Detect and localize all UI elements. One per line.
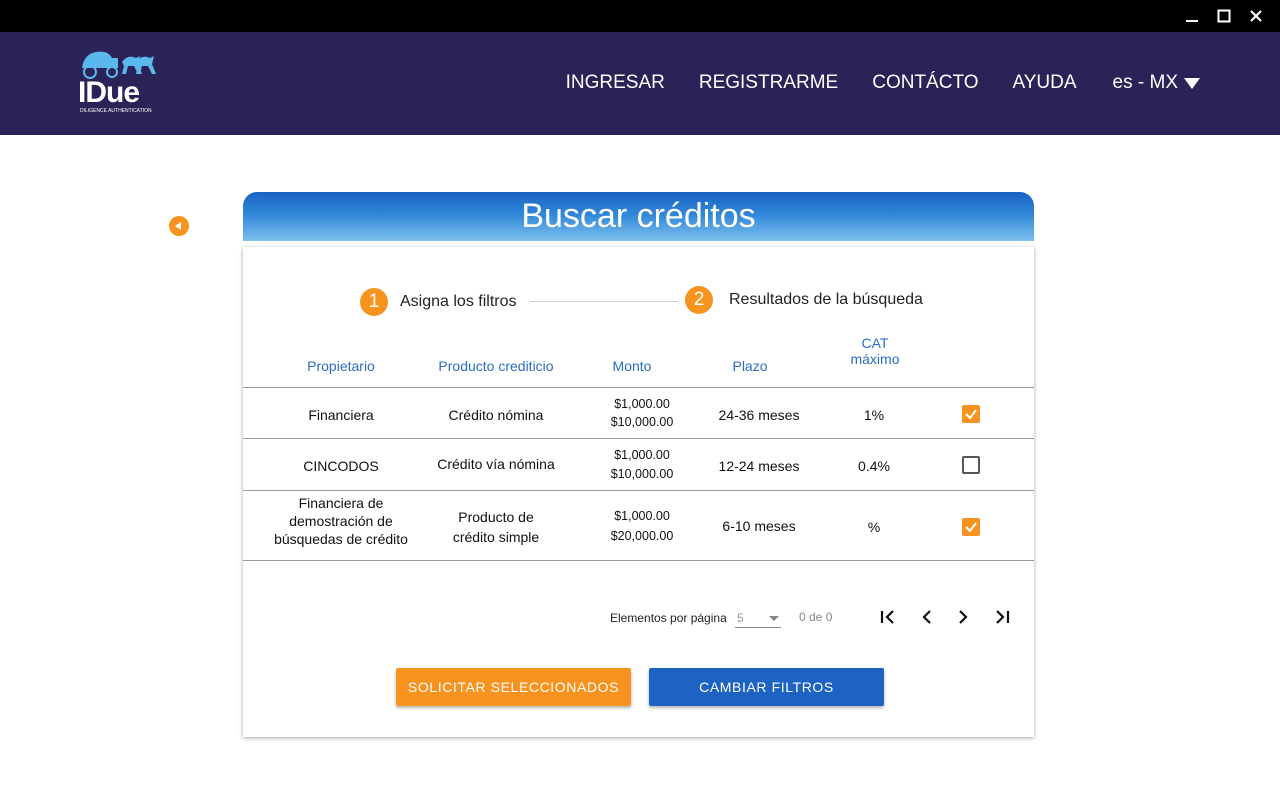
language-selector[interactable]: es - MX bbox=[1113, 72, 1200, 94]
column-header-cat[interactable]: CAT máximo bbox=[840, 335, 910, 367]
cell-product: Producto de crédito simple bbox=[452, 509, 540, 545]
cell-term: 24-36 meses bbox=[718, 407, 800, 423]
cell-owner: Financiera bbox=[308, 407, 374, 423]
step-label: Asigna los filtros bbox=[400, 293, 517, 310]
cell-amount-min: $1,000.00 bbox=[614, 397, 670, 411]
request-selected-button[interactable]: SOLICITAR SELECCIONADOS bbox=[396, 668, 631, 706]
nav-contact[interactable]: CONTÁCTO bbox=[872, 72, 978, 94]
step-number: 2 bbox=[685, 286, 713, 314]
check-icon bbox=[965, 409, 977, 420]
check-icon bbox=[965, 522, 977, 533]
table-divider bbox=[243, 560, 1034, 561]
cell-owner: Financiera de demostración de búsquedas … bbox=[274, 495, 408, 547]
cell-amount-min: $1,000.00 bbox=[614, 509, 670, 523]
caret-down-icon bbox=[1184, 77, 1200, 89]
previous-page-button[interactable] bbox=[915, 605, 939, 629]
window-titlebar bbox=[0, 0, 1280, 32]
carriage-logo-icon bbox=[82, 51, 156, 79]
main-nav: INGRESAR REGISTRARME CONTÁCTO AYUDA es -… bbox=[532, 72, 1200, 94]
column-header-term[interactable]: Plazo bbox=[715, 358, 785, 374]
change-filters-button[interactable]: CAMBIAR FILTROS bbox=[649, 668, 884, 706]
cell-term: 12-24 meses bbox=[718, 458, 800, 474]
row-checkbox[interactable] bbox=[962, 456, 980, 474]
cell-product: Crédito nómina bbox=[448, 407, 544, 423]
cell-amount-max: $20,000.00 bbox=[610, 529, 674, 543]
cell-amount-min: $1,000.00 bbox=[614, 448, 670, 462]
maximize-icon[interactable] bbox=[1214, 6, 1234, 26]
cell-cat: 1% bbox=[863, 407, 885, 423]
chevron-right-icon bbox=[959, 610, 968, 624]
next-page-button[interactable] bbox=[951, 605, 975, 629]
minimize-icon[interactable] bbox=[1182, 6, 1202, 26]
table-divider bbox=[243, 387, 1034, 388]
column-header-product[interactable]: Producto crediticio bbox=[431, 358, 561, 374]
arrow-left-icon bbox=[175, 222, 181, 230]
cell-owner: CINCODOS bbox=[303, 458, 379, 474]
close-icon[interactable] bbox=[1246, 6, 1266, 26]
step-number: 1 bbox=[360, 288, 388, 316]
cell-amount-max: $10,000.00 bbox=[610, 415, 674, 429]
cell-amount-max: $10,000.00 bbox=[610, 467, 674, 481]
step-label: Resultados de la búsqueda bbox=[729, 291, 923, 308]
cell-term: 6-10 meses bbox=[722, 518, 796, 534]
first-page-button[interactable] bbox=[876, 605, 900, 629]
page-range: 0 de 0 bbox=[799, 610, 833, 624]
logo-subtitle: DILIGENCE AUTHENTICATION bbox=[80, 108, 152, 114]
results-card: 1 Asigna los filtros 2 Resultados de la … bbox=[243, 247, 1034, 737]
back-button[interactable] bbox=[169, 216, 189, 236]
cell-cat: % bbox=[867, 519, 881, 535]
column-header-amount[interactable]: Monto bbox=[597, 358, 667, 374]
last-page-icon bbox=[996, 610, 1010, 624]
items-per-page-label: Elementos por página bbox=[610, 611, 727, 625]
cell-product: Crédito vía nómina bbox=[437, 456, 555, 472]
dropdown-arrow-icon bbox=[769, 616, 779, 621]
stepper-connector bbox=[530, 301, 678, 302]
table-divider bbox=[243, 438, 1034, 439]
cell-cat: 0.4% bbox=[858, 458, 890, 474]
nav-login[interactable]: INGRESAR bbox=[566, 72, 665, 94]
row-checkbox[interactable] bbox=[962, 518, 980, 536]
items-per-page-select[interactable]: 5 bbox=[735, 608, 781, 628]
chevron-left-icon bbox=[922, 610, 931, 624]
row-checkbox[interactable] bbox=[962, 405, 980, 423]
nav-register[interactable]: REGISTRARME bbox=[699, 72, 838, 94]
idue-logo[interactable]: IDue DILIGENCE AUTHENTICATION bbox=[78, 46, 160, 116]
step-2[interactable]: 2 Resultados de la búsqueda bbox=[685, 286, 923, 314]
app-header: IDue DILIGENCE AUTHENTICATION INGRESAR R… bbox=[0, 32, 1280, 135]
card-header: Buscar créditos bbox=[243, 192, 1034, 241]
first-page-icon bbox=[880, 610, 894, 624]
step-1[interactable]: 1 Asigna los filtros bbox=[360, 288, 517, 316]
page-title: Buscar créditos bbox=[521, 197, 756, 235]
language-label: es - MX bbox=[1112, 72, 1178, 93]
column-header-owner[interactable]: Propietario bbox=[291, 358, 391, 374]
table-divider bbox=[243, 490, 1034, 491]
logo-text: IDue bbox=[78, 76, 140, 109]
items-per-page-value: 5 bbox=[737, 611, 744, 625]
last-page-button[interactable] bbox=[990, 605, 1014, 629]
nav-help[interactable]: AYUDA bbox=[1012, 72, 1076, 94]
